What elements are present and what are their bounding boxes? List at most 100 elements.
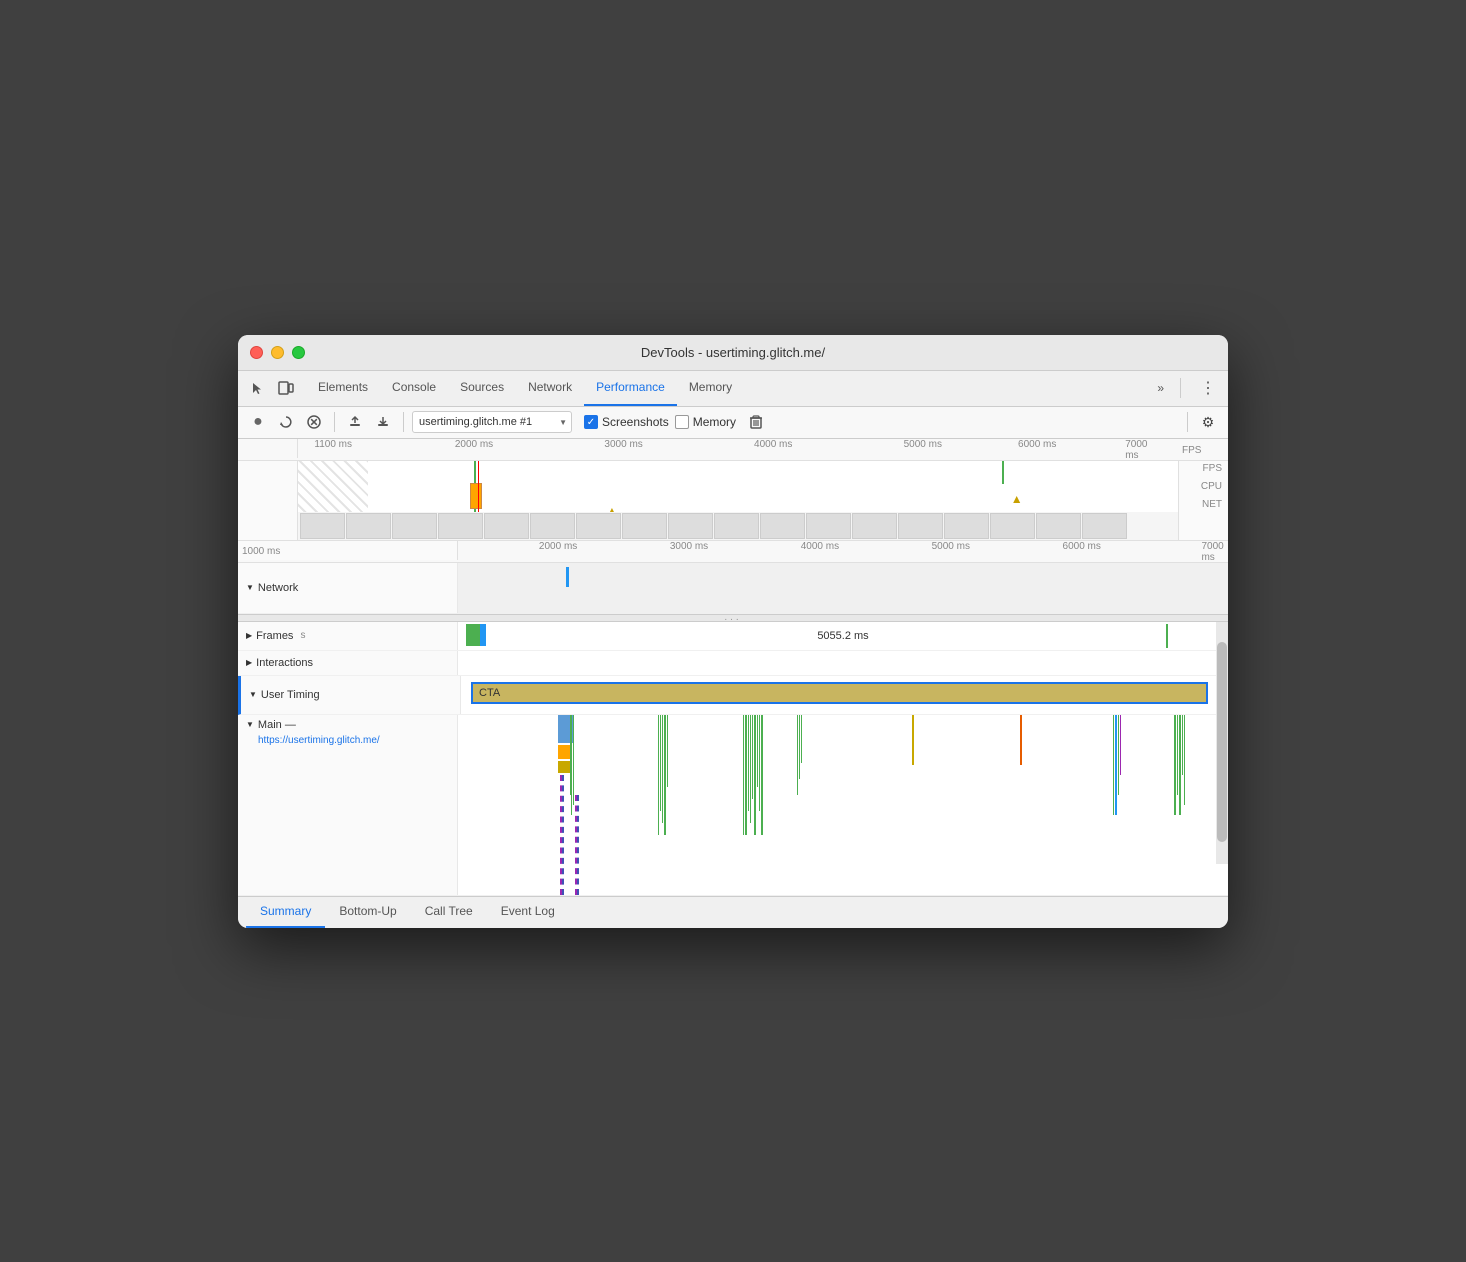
screenshot-thumb[interactable] [898, 513, 943, 539]
more-tabs-button[interactable]: » [1149, 381, 1172, 395]
devtools-navbar: Elements Console Sources Network Perform… [238, 371, 1228, 407]
frames-label: Frames [256, 630, 296, 642]
main-label: Main — [258, 719, 296, 731]
main-track-label: ▼ Main — https://usertiming.glitch.me/ [238, 715, 458, 895]
net-label: NET [1202, 499, 1222, 510]
download-button[interactable] [371, 410, 395, 434]
memory-checkbox-wrap[interactable]: Memory [675, 415, 736, 429]
tab-event-log[interactable]: Event Log [487, 896, 569, 928]
main-block-yellow-1 [558, 761, 570, 773]
interactions-track-content[interactable] [458, 651, 1228, 675]
user-timing-track-label: ▼ User Timing [241, 676, 461, 714]
main-collapse-icon[interactable]: ▼ [246, 720, 254, 729]
screenshot-thumb[interactable] [484, 513, 529, 539]
interactions-track-label: ▶ Interactions [238, 651, 458, 675]
frames-track-label: ▶ Frames s [238, 622, 458, 650]
screenshot-thumb[interactable] [760, 513, 805, 539]
screenshot-thumb[interactable] [622, 513, 667, 539]
screenshot-thumb[interactable] [852, 513, 897, 539]
main-tick-5000: 5000 ms [932, 541, 970, 552]
user-timing-track-content[interactable]: CTA [461, 676, 1228, 714]
bottom-tabs: Summary Bottom-Up Call Tree Event Log [238, 896, 1228, 928]
tab-sources[interactable]: Sources [448, 370, 516, 406]
tab-memory[interactable]: Memory [677, 370, 744, 406]
upload-button[interactable] [343, 410, 367, 434]
tab-network[interactable]: Network [516, 370, 584, 406]
scrollbar-thumb[interactable] [1217, 642, 1227, 842]
reload-button[interactable] [274, 410, 298, 434]
tick-100ms: 1100 ms [314, 439, 352, 450]
dashed-blue-line-1 [562, 775, 564, 895]
timeline-overview[interactable]: ▲ ▲ ▲ [238, 461, 1228, 541]
screenshots-checkbox[interactable] [584, 415, 598, 429]
green-cluster-1 [658, 715, 668, 835]
devtools-window: DevTools - usertiming.glitch.me/ Element… [238, 335, 1228, 928]
screenshot-thumb[interactable] [438, 513, 483, 539]
screenshot-thumb[interactable] [530, 513, 575, 539]
interactions-label: Interactions [256, 657, 313, 669]
screenshot-thumb[interactable] [990, 513, 1035, 539]
user-timing-collapse-icon[interactable]: ▼ [249, 690, 257, 699]
devtools-menu-icon[interactable]: ⋮ [1196, 376, 1220, 400]
user-timing-label: User Timing [261, 689, 320, 701]
dashed-blue-line-2 [577, 795, 579, 895]
fps-label: FPS [1203, 463, 1222, 474]
screenshot-thumb[interactable] [714, 513, 759, 539]
close-button[interactable] [250, 346, 263, 359]
cpu-label: CPU [1201, 481, 1222, 492]
screenshots-label: Screenshots [602, 415, 669, 429]
tab-summary[interactable]: Summary [246, 896, 325, 928]
main-track-content[interactable] [458, 715, 1228, 895]
tab-performance[interactable]: Performance [584, 370, 677, 406]
frames-track-content[interactable]: 5055.2 ms [458, 622, 1228, 650]
screenshot-thumb[interactable] [1036, 513, 1081, 539]
resize-handle[interactable]: ... [238, 614, 1228, 622]
network-bar [566, 567, 569, 587]
main-green-line-3 [573, 715, 574, 805]
toolbar-separator-2 [403, 412, 404, 432]
nav-icons [246, 376, 298, 400]
network-label: Network [258, 582, 298, 594]
cursor-icon[interactable] [246, 376, 270, 400]
scrollbar-vertical[interactable] [1216, 622, 1228, 864]
frame-blue-bar [480, 624, 486, 646]
memory-label: Memory [693, 415, 736, 429]
interactions-track: ▶ Interactions [238, 651, 1228, 676]
screenshots-checkbox-wrap[interactable]: Screenshots [584, 415, 669, 429]
tick-5000ms: 5000 ms [904, 439, 942, 450]
tab-bottom-up[interactable]: Bottom-Up [325, 896, 410, 928]
screenshot-thumb[interactable] [300, 513, 345, 539]
maximize-button[interactable] [292, 346, 305, 359]
title-bar: DevTools - usertiming.glitch.me/ [238, 335, 1228, 371]
tab-console[interactable]: Console [380, 370, 448, 406]
record-button[interactable]: ● [246, 410, 270, 434]
clear-button[interactable] [302, 410, 326, 434]
network-collapse-icon[interactable]: ▼ [246, 583, 254, 592]
main-tick-2000: 2000 ms [539, 541, 577, 552]
device-toggle-icon[interactable] [274, 376, 298, 400]
tick-4000ms: 4000 ms [754, 439, 792, 450]
settings-button[interactable]: ⚙ [1196, 410, 1220, 434]
screenshot-thumb[interactable] [346, 513, 391, 539]
profile-select[interactable]: usertiming.glitch.me #1 [412, 411, 572, 433]
timeline-ruler-top: 1100 ms 2000 ms 3000 ms 4000 ms 5000 ms … [238, 439, 1228, 461]
tab-elements[interactable]: Elements [306, 370, 380, 406]
screenshot-thumb[interactable] [1082, 513, 1127, 539]
window-title: DevTools - usertiming.glitch.me/ [641, 345, 825, 360]
tab-call-tree[interactable]: Call Tree [411, 896, 487, 928]
network-track-content[interactable] [458, 563, 1228, 613]
delete-button[interactable] [744, 410, 768, 434]
cta-bar[interactable]: CTA [471, 682, 1208, 704]
screenshot-thumb[interactable] [944, 513, 989, 539]
screenshot-thumb[interactable] [392, 513, 437, 539]
screenshot-thumb[interactable] [806, 513, 851, 539]
frames-time-label: 5055.2 ms [817, 630, 868, 642]
minimize-button[interactable] [271, 346, 284, 359]
screenshot-thumb[interactable] [576, 513, 621, 539]
screenshot-thumb[interactable] [668, 513, 713, 539]
memory-checkbox[interactable] [675, 415, 689, 429]
frames-expand-icon[interactable]: ▶ [246, 631, 252, 640]
nav-tabs: Elements Console Sources Network Perform… [306, 370, 1149, 406]
interactions-expand-icon[interactable]: ▶ [246, 658, 252, 667]
network-track: ▼ Network [238, 563, 1228, 614]
